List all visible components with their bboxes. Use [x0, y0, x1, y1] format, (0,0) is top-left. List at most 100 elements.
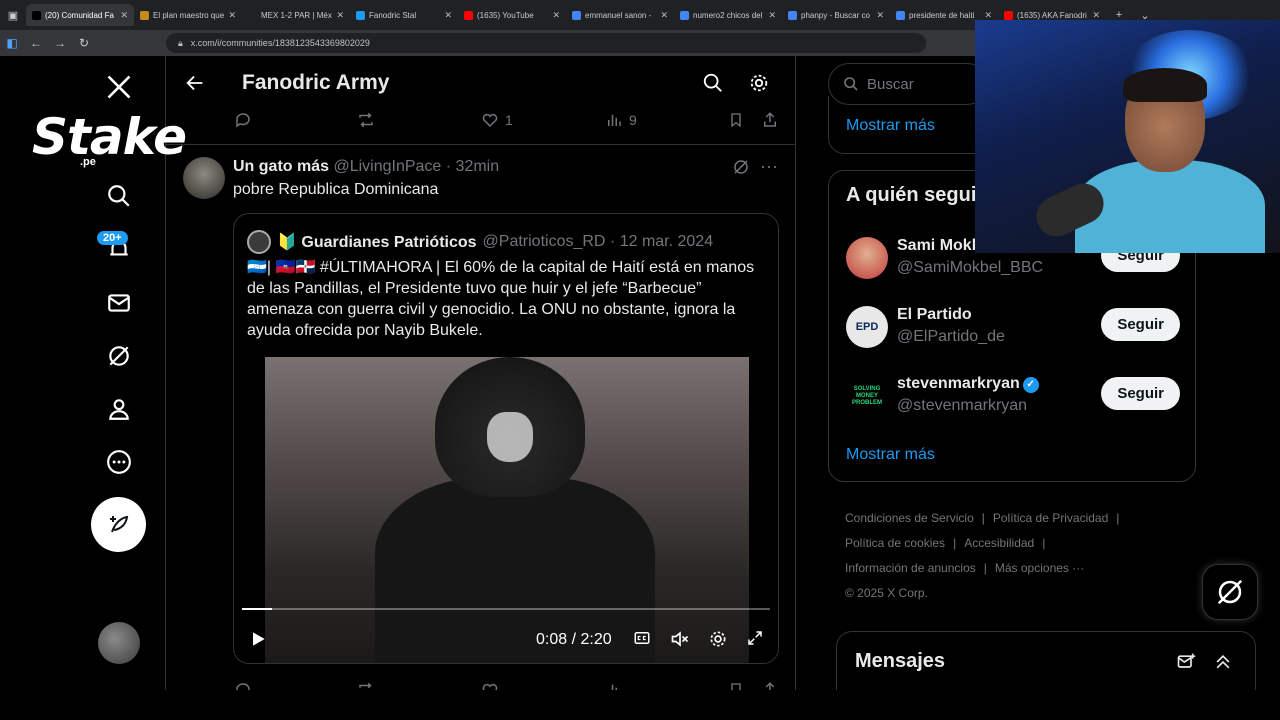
- tab-close-icon[interactable]: ✕: [660, 10, 668, 21]
- account-avatar[interactable]: [98, 622, 140, 664]
- browser-tab[interactable]: MEX 1-2 PAR | Méx ✕: [242, 4, 350, 26]
- fullscreen-icon[interactable]: [746, 629, 764, 647]
- forward-nav-icon[interactable]: →: [48, 36, 72, 50]
- follow-button[interactable]: Seguir: [1101, 308, 1180, 341]
- accessibility-link[interactable]: Accesibilidad: [964, 536, 1034, 550]
- browser-tab[interactable]: El plan maestro que ✕: [134, 4, 242, 26]
- grok-explain-icon[interactable]: [732, 158, 750, 181]
- captions-icon[interactable]: [632, 629, 652, 647]
- community-search-icon[interactable]: [702, 72, 724, 99]
- sidebar-toggle-icon[interactable]: ◧: [0, 36, 24, 50]
- tab-close-icon[interactable]: ✕: [768, 10, 776, 21]
- stake-logo-suffix: .pe: [80, 156, 96, 168]
- browser-tab[interactable]: (20) Comunidad Fa ✕: [26, 4, 134, 26]
- tweet-author-avatar[interactable]: [183, 157, 225, 199]
- show-more-link[interactable]: Mostrar más: [846, 446, 935, 464]
- follow-button[interactable]: Seguir: [1101, 377, 1180, 410]
- reply-icon[interactable]: [234, 111, 252, 129]
- next-heart-icon[interactable]: [481, 681, 499, 690]
- tab-close-icon[interactable]: ✕: [876, 10, 884, 21]
- tab-favicon-icon: [356, 10, 365, 20]
- quoted-author-name: 🔰 Guardianes Patrióticos: [277, 234, 477, 251]
- cookies-link[interactable]: Política de cookies: [845, 536, 945, 550]
- video-player[interactable]: 0:08 / 2:20: [234, 357, 778, 663]
- tab-title: (20) Comunidad Fa: [45, 10, 114, 20]
- tab-favicon-icon: [32, 10, 41, 20]
- show-more-top-link[interactable]: Mostrar más: [846, 117, 935, 135]
- browser-tab[interactable]: numero2 chicos del ✕: [674, 4, 782, 26]
- explore-search-icon[interactable]: [100, 177, 138, 215]
- url-text: x.com/i/communities/1838123543369802029: [190, 38, 370, 48]
- grok-icon[interactable]: [100, 337, 138, 375]
- more-options-icon[interactable]: [100, 443, 138, 481]
- tab-title: El plan maestro que: [153, 10, 225, 20]
- next-bookmark-icon[interactable]: [728, 681, 744, 690]
- tab-close-icon[interactable]: ✕: [444, 10, 452, 21]
- views-button[interactable]: 9: [605, 111, 637, 129]
- browser-tab[interactable]: Fanodric Stal ✕: [350, 4, 458, 26]
- privacy-link[interactable]: Política de Privacidad: [993, 511, 1108, 525]
- next-repost-icon[interactable]: [356, 681, 376, 690]
- suggestion-name: stevenmarkryan ✓: [897, 375, 1039, 393]
- browser-tab[interactable]: emmanuel sanon - ✕: [566, 4, 674, 26]
- reload-icon[interactable]: ↻: [72, 36, 96, 50]
- more-dots-icon[interactable]: ···: [760, 156, 778, 177]
- next-views-icon[interactable]: [605, 681, 623, 690]
- profile-icon[interactable]: [100, 390, 138, 428]
- new-message-icon[interactable]: [1175, 652, 1197, 677]
- tab-close-icon[interactable]: ✕: [336, 10, 344, 21]
- tab-close-icon[interactable]: ✕: [1092, 10, 1100, 21]
- x-logo-icon[interactable]: [100, 68, 138, 106]
- quoted-author-avatar: [247, 230, 271, 254]
- terms-link[interactable]: Condiciones de Servicio: [845, 511, 974, 525]
- bookmark-icon[interactable]: [728, 111, 744, 129]
- ads-info-link[interactable]: Información de anuncios: [845, 561, 976, 575]
- expand-chevron-icon[interactable]: [1213, 652, 1233, 677]
- tab-close-icon[interactable]: ✕: [120, 10, 128, 21]
- tab-close-icon[interactable]: ✕: [228, 10, 236, 21]
- grok-floating-button[interactable]: [1202, 564, 1258, 620]
- tab-list: (20) Comunidad Fa ✕ El plan maestro que ✕ ME…: [26, 4, 1106, 26]
- compose-post-button[interactable]: [91, 497, 146, 552]
- like-count: 1: [505, 112, 513, 128]
- next-reply-icon[interactable]: [234, 681, 252, 690]
- settings-gear-icon[interactable]: [748, 72, 770, 99]
- tab-title: (1635) AKA Fanodri: [1017, 10, 1087, 20]
- tab-actions-icon[interactable]: ▣: [0, 9, 26, 22]
- search-box[interactable]: Buscar: [828, 63, 988, 105]
- page-title: Fanodric Army: [242, 71, 390, 94]
- back-arrow-icon[interactable]: [184, 72, 206, 99]
- quoted-header: 🔰 Guardianes Patrióticos @Patrioticos_RD…: [247, 230, 713, 254]
- play-icon[interactable]: [248, 629, 268, 649]
- follow-suggestion-3[interactable]: SOLVING MONEY PROBLEM stevenmarkryan ✓ @ste…: [846, 373, 1180, 423]
- suggestion-name-text: stevenmarkryan: [897, 375, 1020, 392]
- url-field[interactable]: 🔒︎ x.com/i/communities/18381235433698020…: [166, 33, 926, 53]
- next-share-icon[interactable]: [761, 681, 779, 690]
- heart-icon: [482, 113, 498, 128]
- video-settings-icon[interactable]: [708, 629, 728, 649]
- like-button[interactable]: 1: [481, 111, 513, 129]
- tab-favicon-icon: [572, 10, 581, 20]
- messages-mail-icon[interactable]: [100, 284, 138, 322]
- suggestion-avatar: [846, 237, 888, 279]
- back-nav-icon[interactable]: ←: [24, 36, 48, 50]
- video-skull-mask: [487, 412, 533, 462]
- more-options-link[interactable]: Más opciones ···: [995, 561, 1084, 575]
- quoted-post[interactable]: 🔰 Guardianes Patrióticos @Patrioticos_RD…: [233, 213, 779, 664]
- follow-suggestion-2[interactable]: EPD El Partido @ElPartido_de Seguir: [846, 304, 1180, 354]
- video-progress-bar[interactable]: [242, 608, 770, 610]
- grok-fab-icon: [1217, 579, 1243, 605]
- browser-tab[interactable]: phanpy - Buscar co ✕: [782, 4, 890, 26]
- tab-close-icon[interactable]: ✕: [552, 10, 560, 21]
- video-figure-body: [375, 477, 655, 663]
- tab-favicon-icon: [680, 10, 689, 20]
- suggestion-handle: @stevenmarkryan: [897, 397, 1028, 414]
- tab-title: Fanodric Stal: [369, 10, 417, 20]
- tweet-author-handle[interactable]: @LivingInPace · 32min: [333, 158, 499, 175]
- repost-icon[interactable]: [356, 111, 376, 129]
- browser-tab[interactable]: (1635) YouTube ✕: [458, 4, 566, 26]
- tab-close-icon[interactable]: ✕: [984, 10, 992, 21]
- share-icon[interactable]: [761, 111, 779, 129]
- mute-icon[interactable]: [669, 629, 691, 649]
- tweet-author-name[interactable]: Un gato más: [233, 158, 329, 175]
